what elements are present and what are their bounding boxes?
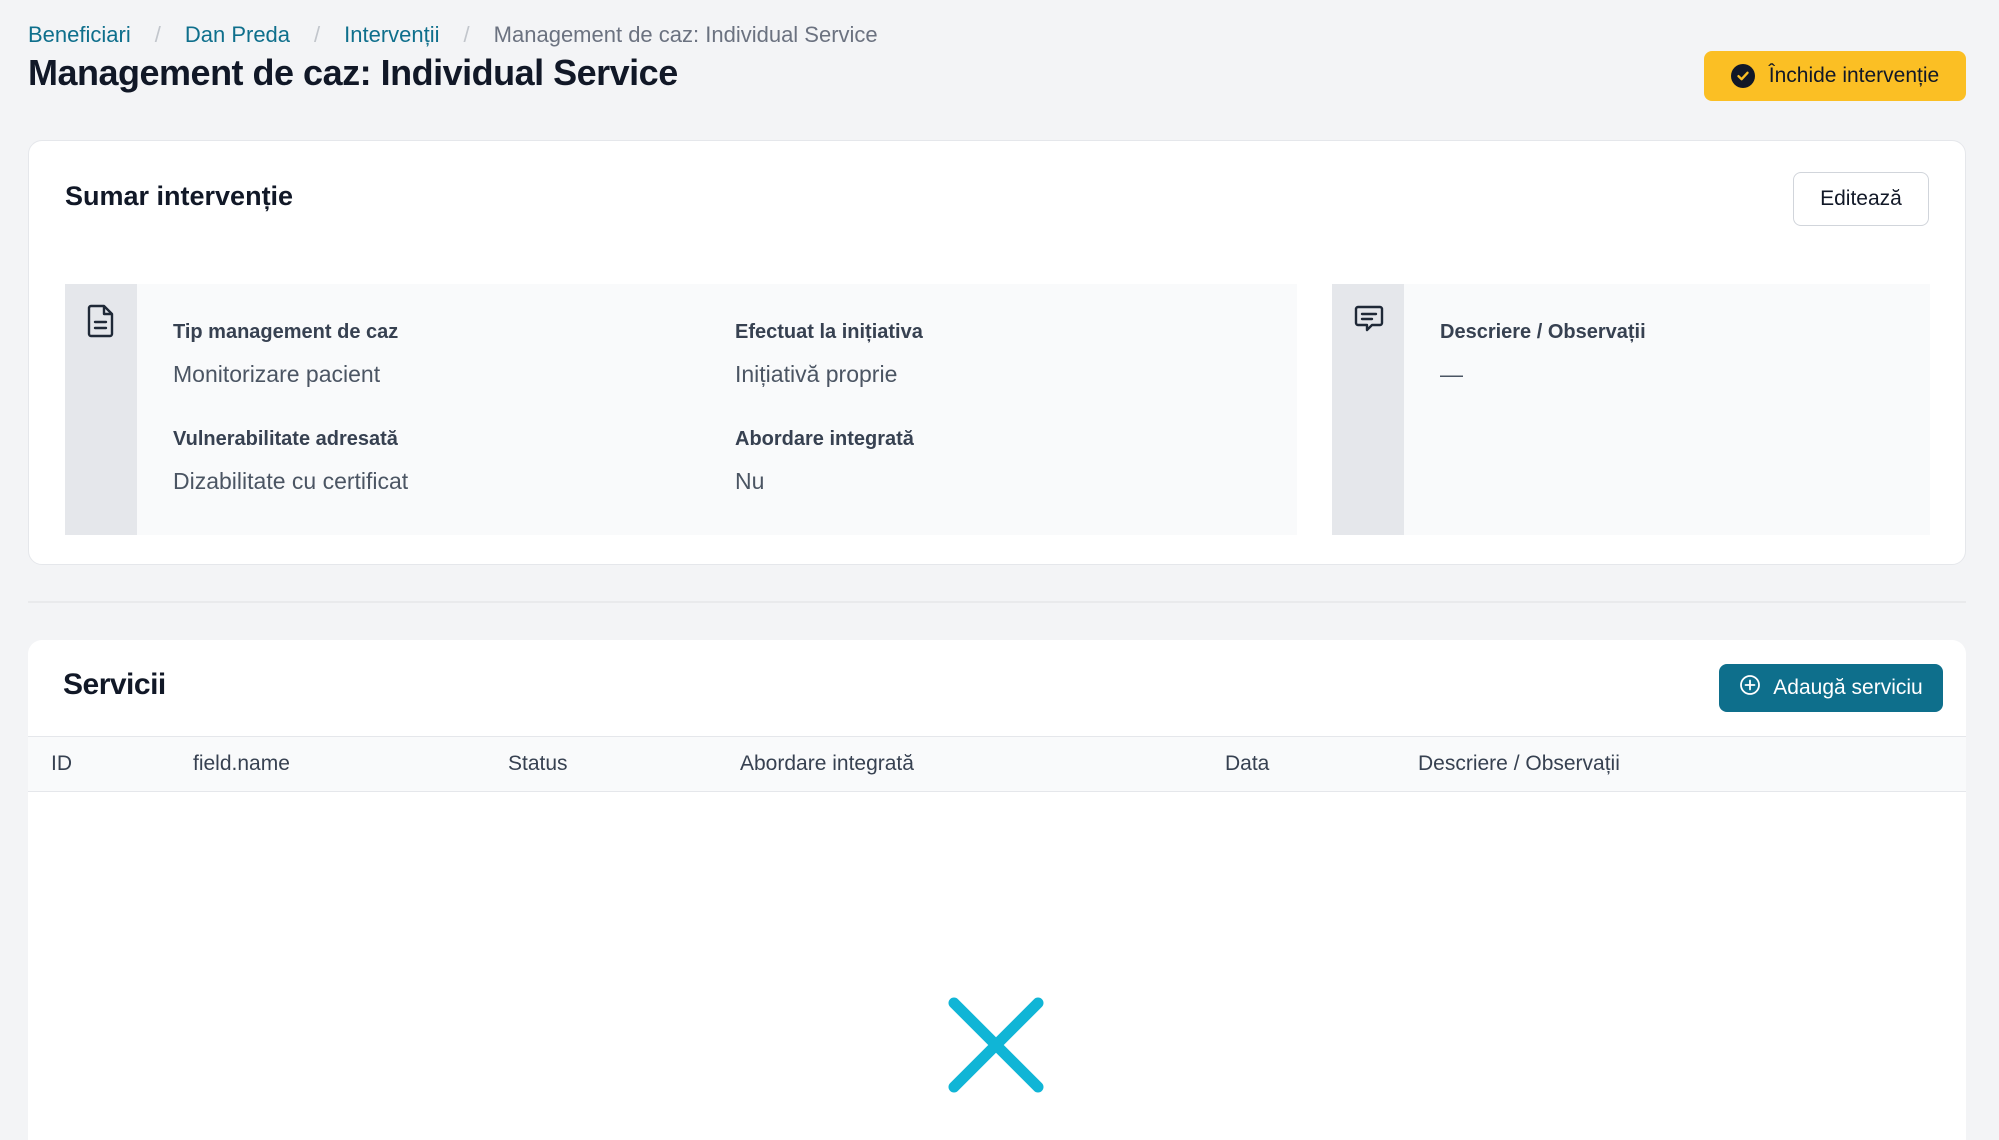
field-value: Nu	[735, 468, 765, 494]
column-header-status[interactable]: Status	[508, 737, 568, 791]
x-icon	[946, 995, 1046, 1095]
summary-description-panel: Descriere / Observații —	[1332, 284, 1930, 535]
breadcrumb-separator: /	[314, 22, 321, 47]
column-header-id[interactable]: ID	[51, 737, 72, 791]
field-label: Descriere / Observații	[1440, 321, 1646, 343]
services-table-header: ID field.name Status Abordare integrată …	[28, 736, 1966, 792]
field-value: Monitorizare pacient	[173, 361, 381, 387]
field-vulnerabilitate: Vulnerabilitate adresată Dizabilitate cu…	[173, 426, 408, 495]
field-descriere: Descriere / Observații —	[1440, 319, 1646, 388]
document-icon	[87, 304, 115, 338]
edit-button[interactable]: Editează	[1793, 172, 1929, 226]
page: Beneficiari / Dan Preda / Intervenții / …	[28, 0, 1966, 1140]
close-intervention-button[interactable]: Închide intervenție	[1704, 51, 1966, 101]
add-service-label: Adaugă serviciu	[1773, 676, 1923, 699]
breadcrumb-separator: /	[154, 22, 161, 47]
field-value: —	[1440, 361, 1463, 387]
column-header-data[interactable]: Data	[1225, 737, 1269, 791]
close-intervention-label: Închide intervenție	[1768, 64, 1940, 87]
field-tip-management: Tip management de caz Monitorizare pacie…	[173, 319, 398, 388]
breadcrumb-separator: /	[463, 22, 470, 47]
field-abordare-integrata: Abordare integrată Nu	[735, 426, 914, 495]
breadcrumb-current: Management de caz: Individual Service	[493, 22, 878, 47]
section-divider	[28, 601, 1966, 603]
summary-card: Sumar intervenție Editează Tip managemen…	[28, 140, 1966, 565]
breadcrumb-link-beneficiari[interactable]: Beneficiari	[28, 22, 131, 48]
field-value: Dizabilitate cu certificat	[173, 468, 409, 494]
summary-description-icon-strip	[1332, 284, 1404, 535]
summary-info-panel: Tip management de caz Monitorizare pacie…	[65, 284, 1297, 535]
add-service-button[interactable]: Adaugă serviciu	[1719, 664, 1943, 712]
summary-title: Sumar intervenție	[65, 181, 294, 211]
breadcrumb-link-interventii[interactable]: Intervenții	[344, 22, 439, 48]
comment-icon	[1354, 304, 1384, 338]
services-title: Servicii	[63, 668, 166, 701]
field-initiativa: Efectuat la inițiativa Inițiativă propri…	[735, 319, 923, 388]
services-card: Servicii Adaugă serviciu ID field.name S…	[28, 640, 1966, 1140]
breadcrumb-link-beneficiary[interactable]: Dan Preda	[185, 22, 290, 48]
column-header-descriere[interactable]: Descriere / Observații	[1418, 737, 1620, 791]
breadcrumb: Beneficiari / Dan Preda / Intervenții / …	[28, 20, 878, 50]
check-circle-icon	[1730, 64, 1755, 88]
page-title: Management de caz: Individual Service	[28, 52, 678, 93]
field-label: Vulnerabilitate adresată	[173, 428, 398, 450]
field-label: Abordare integrată	[735, 428, 914, 450]
field-label: Tip management de caz	[173, 321, 399, 343]
column-header-abordare-integrata[interactable]: Abordare integrată	[740, 737, 914, 791]
column-header-name[interactable]: field.name	[193, 737, 290, 791]
field-label: Efectuat la inițiativa	[735, 321, 923, 343]
summary-info-icon-strip	[65, 284, 137, 535]
field-value: Inițiativă proprie	[735, 361, 898, 387]
plus-circle-icon	[1739, 674, 1761, 702]
